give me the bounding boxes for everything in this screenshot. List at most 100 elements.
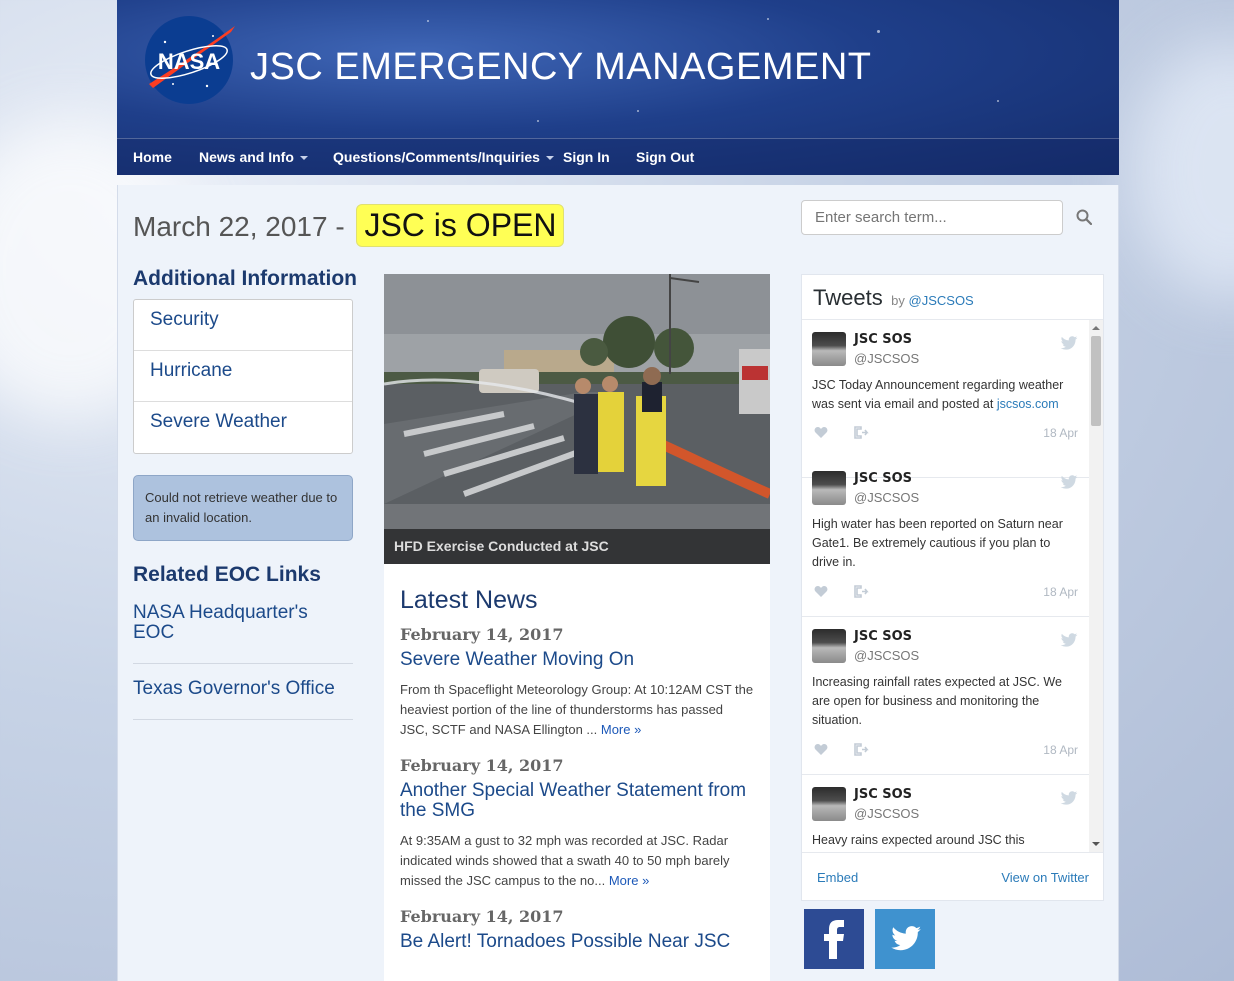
main-content: March 22, 2017 - JSC is OPEN Additional … <box>117 185 1119 981</box>
chevron-down-icon <box>545 156 554 161</box>
main-nav: Home News and Info Questions/Comments/In… <box>117 138 1119 175</box>
avatar[interactable] <box>812 332 846 366</box>
news-date: February 14, 2017 <box>400 907 564 926</box>
tweet-author-name[interactable]: JSC SOS <box>854 787 912 802</box>
info-item-hurricane[interactable]: Hurricane <box>134 351 352 402</box>
tweet[interactable]: JSC SOS @JSCSOS Increasing rainfall rate… <box>802 617 1089 775</box>
nav-questions[interactable]: Questions/Comments/Inquiries <box>333 139 554 175</box>
share-icon[interactable] <box>854 743 870 756</box>
avatar[interactable] <box>812 629 846 663</box>
more-link[interactable]: More » <box>601 722 641 737</box>
view-on-twitter-link[interactable]: View on Twitter <box>1001 870 1089 885</box>
latest-news-title: Latest News <box>400 586 538 614</box>
tweet-text: Heavy rains expected around JSC this <box>812 833 1025 847</box>
twitter-bird-icon[interactable] <box>1060 473 1078 491</box>
additional-info-title: Additional Information <box>133 267 357 290</box>
info-item-security[interactable]: Security <box>134 300 352 351</box>
weather-alert: Could not retrieve weather due to an inv… <box>133 475 353 541</box>
tweet-author-name[interactable]: JSC SOS <box>854 332 912 347</box>
latest-news: Latest News February 14, 2017 Severe Wea… <box>384 586 770 952</box>
tweet-timeline[interactable]: JSC SOS @JSCSOS JSC Today Announcement r… <box>802 320 1103 852</box>
news-date: February 14, 2017 <box>400 756 564 775</box>
nav-home[interactable]: Home <box>133 139 172 175</box>
heart-icon[interactable] <box>814 426 828 439</box>
twitter-button[interactable] <box>875 909 935 969</box>
tweet[interactable]: JSC SOS @JSCSOS Heavy rains expected aro… <box>802 775 1089 852</box>
tweet-text: Increasing rainfall rates expected at JS… <box>812 675 1062 727</box>
site-title: JSC EMERGENCY MANAGEMENT <box>250 46 872 88</box>
eoc-link-nasa-hq[interactable]: NASA Headquarter's EOC <box>133 587 353 664</box>
facebook-icon <box>824 920 844 959</box>
tweet-author-name[interactable]: JSC SOS <box>854 629 912 644</box>
twitter-widget: Tweets by @JSCSOS JSC SOS @JSCSOS JSC To… <box>801 274 1104 901</box>
news-item: February 14, 2017 Another Special Weathe… <box>400 756 754 891</box>
news-item: February 14, 2017 Severe Weather Moving … <box>400 625 754 740</box>
news-headline[interactable]: Be Alert! Tornadoes Possible Near JSC <box>400 932 754 952</box>
tweet-author-handle[interactable]: @JSCSOS <box>854 351 919 366</box>
twitter-bird-icon[interactable] <box>1060 334 1078 352</box>
tweet-author-handle[interactable]: @JSCSOS <box>854 490 919 505</box>
heart-icon[interactable] <box>814 585 828 598</box>
tweet-text: JSC Today Announcement regarding weather… <box>812 378 1064 411</box>
status-badge: JSC is OPEN <box>356 204 565 247</box>
news-body: From th Spaceflight Meteorology Group: A… <box>400 682 754 737</box>
tweet-link[interactable]: jscsos.com <box>997 397 1059 411</box>
share-icon[interactable] <box>854 426 870 439</box>
search-icon[interactable] <box>1076 209 1092 225</box>
left-sidebar: Additional Information Security Hurrican… <box>133 267 357 720</box>
feature-photo[interactable]: HFD Exercise Conducted at JSC <box>384 274 770 564</box>
chevron-down-icon <box>299 156 308 161</box>
tweets-title: Tweets <box>813 285 883 310</box>
center-column: HFD Exercise Conducted at JSC Latest New… <box>384 274 770 981</box>
nasa-logo[interactable]: NASA <box>143 14 235 106</box>
news-date: February 14, 2017 <box>400 625 564 644</box>
tweet-date[interactable]: 18 Apr <box>1043 426 1078 440</box>
page-container: NASA JSC EMERGENCY MANAGEMENT Home News … <box>117 0 1119 981</box>
tweet-author-handle[interactable]: @JSCSOS <box>854 806 919 821</box>
eoc-links-title: Related EOC Links <box>133 563 321 586</box>
tweet-actions: 18 Apr <box>812 585 1078 601</box>
avatar[interactable] <box>812 787 846 821</box>
info-item-severe-weather[interactable]: Severe Weather <box>134 402 352 453</box>
search-input[interactable] <box>801 200 1063 235</box>
svg-text:NASA: NASA <box>158 49 220 74</box>
feature-caption: HFD Exercise Conducted at JSC <box>384 529 770 564</box>
news-body: At 9:35AM a gust to 32 mph was recorded … <box>400 833 730 888</box>
tweet-text: High water has been reported on Saturn n… <box>812 517 1063 569</box>
facebook-button[interactable] <box>804 909 864 969</box>
heart-icon[interactable] <box>814 743 828 756</box>
tweets-scrollbar[interactable] <box>1089 320 1103 852</box>
share-icon[interactable] <box>854 585 870 598</box>
scroll-up-icon[interactable] <box>1089 322 1103 334</box>
tweet-actions: 18 Apr <box>812 743 1078 759</box>
news-item: February 14, 2017 Be Alert! Tornadoes Po… <box>400 907 754 952</box>
status-line: March 22, 2017 - JSC is OPEN <box>133 204 565 250</box>
avatar[interactable] <box>812 471 846 505</box>
tweet[interactable]: JSC SOS @JSCSOS High water has been repo… <box>802 459 1089 617</box>
scroll-down-icon[interactable] <box>1089 838 1103 850</box>
twitter-icon <box>891 926 921 951</box>
tweet-date[interactable]: 18 Apr <box>1043 585 1078 599</box>
feature-image <box>384 274 770 564</box>
tweets-footer: Embed View on Twitter <box>802 852 1103 900</box>
tweets-handle-link[interactable]: @JSCSOS <box>909 293 974 308</box>
nav-sign-in[interactable]: Sign In <box>563 139 610 175</box>
embed-link[interactable]: Embed <box>817 870 858 885</box>
news-headline[interactable]: Another Special Weather Statement from t… <box>400 781 754 821</box>
additional-info-list: Security Hurricane Severe Weather <box>133 299 353 454</box>
tweet-date[interactable]: 18 Apr <box>1043 743 1078 757</box>
twitter-bird-icon[interactable] <box>1060 789 1078 807</box>
current-date: March 22, 2017 - <box>133 210 345 242</box>
tweet[interactable]: JSC SOS @JSCSOS JSC Today Announcement r… <box>802 320 1089 478</box>
eoc-link-texas-governor[interactable]: Texas Governor's Office <box>133 664 353 720</box>
scroll-thumb[interactable] <box>1091 336 1101 426</box>
nav-sign-out[interactable]: Sign Out <box>636 139 694 175</box>
twitter-bird-icon[interactable] <box>1060 631 1078 649</box>
tweet-author-name[interactable]: JSC SOS <box>854 471 912 486</box>
news-headline[interactable]: Severe Weather Moving On <box>400 650 754 670</box>
tweets-header: Tweets by @JSCSOS <box>802 275 1103 320</box>
nav-news-and-info[interactable]: News and Info <box>199 139 308 175</box>
more-link[interactable]: More » <box>609 873 649 888</box>
tweet-author-handle[interactable]: @JSCSOS <box>854 648 919 663</box>
site-header: NASA JSC EMERGENCY MANAGEMENT Home News … <box>117 0 1119 175</box>
